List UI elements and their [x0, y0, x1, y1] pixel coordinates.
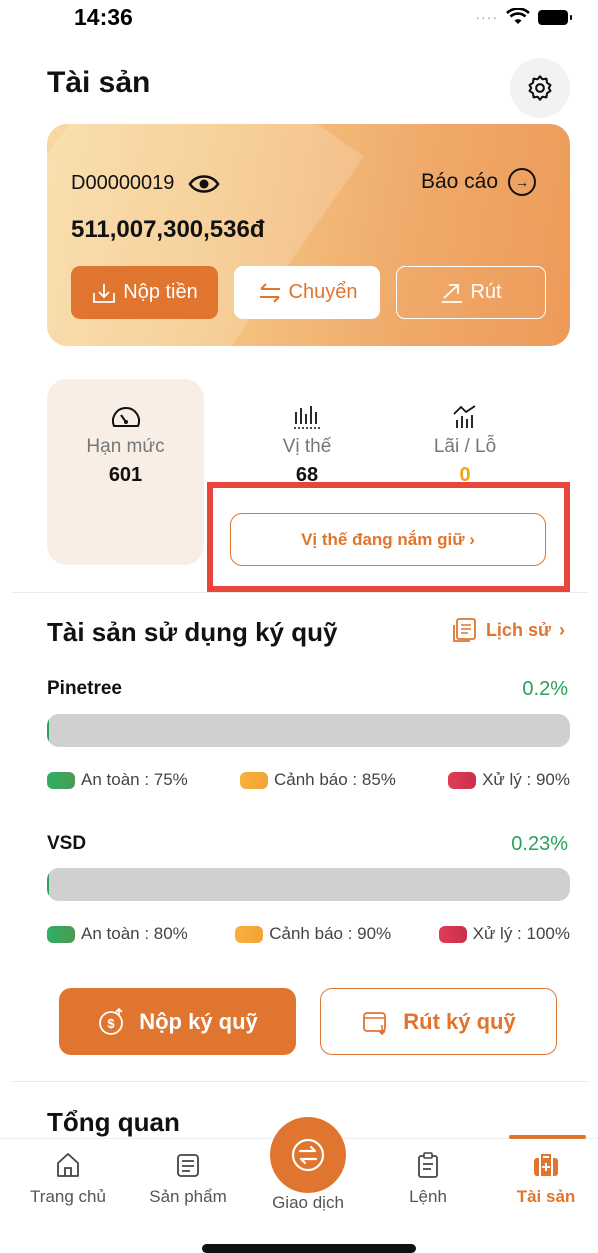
- order-icon: [418, 1152, 438, 1178]
- legend-swatch-green: [47, 925, 75, 943]
- status-icons: ····: [475, 8, 572, 26]
- active-tab-indicator: [509, 1135, 586, 1139]
- legend-warning-label: Cảnh báo : 85%: [273, 770, 396, 789]
- stat-position[interactable]: Vị thế 68: [247, 404, 367, 487]
- withdraw-button[interactable]: Rút: [396, 266, 546, 319]
- coin-icon: $: [99, 1007, 124, 1035]
- trade-center-button[interactable]: [270, 1117, 346, 1193]
- deposit-button[interactable]: Nộp tiền: [71, 266, 218, 319]
- account-balance: 511,007,300,536đ: [71, 216, 265, 243]
- settings-button[interactable]: [510, 58, 570, 118]
- overview-title: Tổng quan: [47, 1107, 180, 1137]
- gauge-icon: [111, 407, 140, 427]
- wallet-icon: [363, 1011, 387, 1035]
- margin-account-name: VSD: [47, 833, 87, 854]
- page-title: Tài sản: [47, 66, 151, 99]
- limit-value: 601: [108, 464, 143, 486]
- margin-legend: An toàn : 75% Cảnh báo : 85% Xử lý : 90%: [47, 770, 570, 790]
- legend-handle-label: Xử lý : 100%: [472, 924, 570, 943]
- nav-label-assets: Tài sản: [516, 1187, 576, 1206]
- legend-safe-label: An toàn : 80%: [81, 924, 188, 943]
- nav-item-trade[interactable]: Giao dịch: [253, 1193, 363, 1213]
- eye-icon[interactable]: [188, 173, 220, 195]
- divider: [12, 1081, 588, 1082]
- history-link[interactable]: Lịch sử ›: [452, 617, 565, 643]
- margin-usage-bar: [47, 868, 570, 901]
- position-label: Vị thế: [282, 436, 332, 457]
- legend-warning-label: Cảnh báo : 90%: [269, 924, 392, 943]
- margin-withdraw-label: Rút ký quỹ: [403, 1008, 516, 1034]
- margin-legend: An toàn : 80% Cảnh báo : 90% Xử lý : 100…: [47, 924, 570, 944]
- margin-deposit-button[interactable]: $ Nộp ký quỹ: [59, 988, 296, 1055]
- battery-icon: [538, 9, 572, 25]
- margin-usage-fill: [47, 868, 49, 901]
- nav-label-products: Sản phẩm: [149, 1187, 227, 1206]
- signal-icon: ····: [475, 9, 498, 25]
- download-icon: [93, 283, 116, 303]
- history-label: Lịch sử: [485, 619, 551, 640]
- gear-icon: [528, 75, 552, 101]
- legend-handle: Xử lý : 90%: [448, 770, 570, 790]
- margin-withdraw-button[interactable]: Rút ký quỹ: [320, 988, 557, 1055]
- nav-label-trade: Giao dịch: [272, 1193, 344, 1212]
- report-link[interactable]: Báo cáo →: [421, 168, 536, 196]
- svg-text:$: $: [108, 1016, 116, 1031]
- candlestick-icon: [294, 406, 320, 429]
- legend-warning: Cảnh báo : 85%: [239, 770, 396, 790]
- nav-item-orders[interactable]: Lệnh: [373, 1151, 483, 1207]
- legend-swatch-yellow: [235, 925, 264, 943]
- trend-chart-icon: [453, 405, 476, 428]
- legend-swatch-yellow: [239, 771, 268, 789]
- transfer-icon: [259, 282, 280, 303]
- legend-swatch-red: [438, 925, 467, 943]
- product-icon: [177, 1154, 199, 1177]
- margin-account-percent: 0.2%: [522, 678, 568, 700]
- legend-warning: Cảnh báo : 90%: [235, 924, 391, 944]
- legend-swatch-red: [448, 771, 477, 789]
- deposit-label: Nộp tiền: [123, 281, 198, 303]
- home-indicator: [202, 1244, 416, 1253]
- nav-item-assets[interactable]: Tài sản: [491, 1151, 598, 1207]
- transfer-label: Chuyển: [288, 281, 358, 303]
- legend-handle: Xử lý : 100%: [438, 924, 570, 944]
- margin-account-name: Pinetree: [47, 678, 122, 699]
- report-label: Báo cáo: [420, 170, 498, 193]
- account-card: D00000019 Báo cáo → 511,007,300,536đ Nộp…: [47, 124, 570, 346]
- exchange-icon: [291, 1138, 325, 1172]
- chevron-right-icon: ›: [559, 619, 565, 640]
- legend-safe: An toàn : 80%: [47, 924, 188, 944]
- legend-safe-label: An toàn : 75%: [81, 770, 188, 789]
- margin-section-title: Tài sản sử dụng ký quỹ: [47, 617, 338, 647]
- divider: [12, 592, 588, 593]
- margin-usage-fill: [47, 714, 49, 747]
- legend-swatch-green: [47, 771, 75, 789]
- holding-positions-button[interactable]: Vị thế đang nắm giữ ›: [230, 513, 546, 566]
- nav-label-orders: Lệnh: [409, 1187, 447, 1206]
- arrow-up-right-icon: [442, 283, 463, 303]
- limit-label: Hạn mức: [86, 436, 165, 457]
- pnl-label: Lãi / Lỗ: [433, 436, 497, 457]
- assets-icon: [534, 1154, 558, 1176]
- status-bar: 14:36 ····: [0, 0, 598, 44]
- withdraw-label: Rút: [470, 281, 502, 303]
- stat-limit: Hạn mức 601: [47, 404, 204, 487]
- arrow-right-icon: →: [508, 168, 536, 196]
- document-icon: [453, 618, 476, 642]
- legend-handle-label: Xử lý : 90%: [482, 770, 570, 789]
- margin-account-percent: 0.23%: [511, 833, 568, 855]
- nav-item-products[interactable]: Sản phẩm: [133, 1151, 243, 1207]
- legend-safe: An toàn : 75%: [47, 770, 188, 790]
- transfer-button[interactable]: Chuyển: [234, 266, 380, 319]
- account-id-row: D00000019: [71, 172, 220, 195]
- home-icon: [57, 1153, 79, 1177]
- margin-deposit-label: Nộp ký quỹ: [139, 1008, 258, 1034]
- nav-item-home[interactable]: Trang chủ: [13, 1151, 123, 1207]
- stat-pnl[interactable]: Lãi / Lỗ 0: [405, 404, 525, 487]
- wifi-icon: [506, 8, 530, 24]
- account-id: D00000019: [71, 172, 175, 194]
- nav-label-home: Trang chủ: [30, 1187, 106, 1206]
- margin-usage-bar: [47, 714, 570, 747]
- status-time: 14:36: [74, 4, 133, 30]
